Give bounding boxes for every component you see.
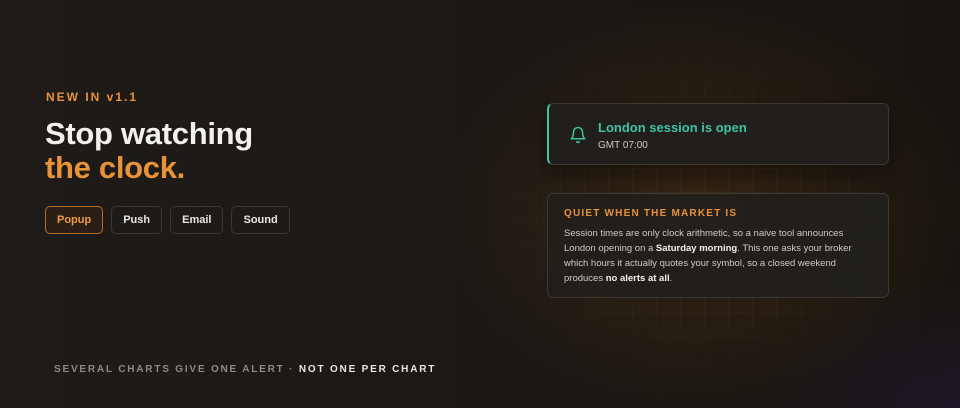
channel-chip-push[interactable]: Push bbox=[111, 206, 163, 234]
info-text-3: . bbox=[669, 273, 673, 284]
headline-line-2: the clock. bbox=[45, 150, 185, 185]
footer-emphasis: NOT ONE PER CHART bbox=[298, 364, 437, 375]
channel-chip-sound[interactable]: Sound bbox=[231, 206, 290, 234]
footer-tagline: SEVERAL CHARTS GIVE ONE ALERT · NOT ONE … bbox=[54, 364, 436, 375]
footer-separator: · bbox=[289, 364, 295, 375]
channel-chip-email[interactable]: Email bbox=[170, 206, 224, 234]
footer-lead: SEVERAL CHARTS GIVE ONE ALERT bbox=[54, 364, 285, 375]
bell-icon bbox=[570, 126, 586, 144]
info-bold-1: Saturday morning bbox=[655, 243, 738, 254]
version-eyebrow: NEW IN v1.1 bbox=[46, 90, 139, 104]
info-card-body: Session times are only clock arithmetic,… bbox=[564, 226, 872, 286]
headline-line-1: Stop watching bbox=[45, 116, 253, 151]
channel-chips: Popup Push Email Sound bbox=[45, 206, 290, 234]
info-card: QUIET WHEN THE MARKET IS Session times a… bbox=[547, 193, 889, 298]
headline: Stop watching the clock. bbox=[45, 117, 253, 185]
notification-time: GMT 07:00 bbox=[598, 140, 648, 151]
info-bold-2: no alerts at all bbox=[605, 273, 670, 284]
info-card-heading: QUIET WHEN THE MARKET IS bbox=[564, 208, 738, 219]
notification-title: London session is open bbox=[598, 120, 747, 135]
channel-chip-popup[interactable]: Popup bbox=[45, 206, 104, 234]
session-notification[interactable]: London session is open GMT 07:00 bbox=[547, 103, 889, 165]
